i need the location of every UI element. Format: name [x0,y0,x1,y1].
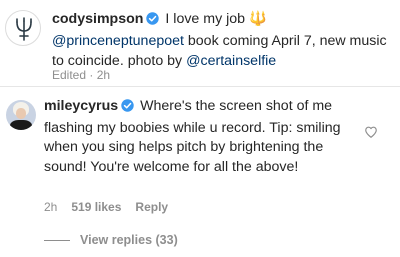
comment-timestamp: 2h [44,200,58,214]
mention-link[interactable]: @princeneptunepoet [52,33,184,49]
avatar[interactable] [6,100,36,130]
post-timestamp: 2h [96,68,111,82]
post-caption: codysimpson I love my job 🔱 @princeneptu… [52,9,392,71]
caption-text-start: I love my job [165,11,246,27]
post-username[interactable]: codysimpson [52,11,143,27]
replies-line-icon [44,239,70,241]
mention-link[interactable]: @certainselfie [186,53,276,69]
trident-emoji-icon: 🔱 [249,11,267,27]
comment-meta: 2h 519 likes Reply [44,200,168,214]
like-heart-icon[interactable] [364,125,378,139]
view-replies-label[interactable]: View replies (33) [80,233,178,247]
verified-badge-icon [146,11,160,31]
edited-label: Edited [52,68,87,82]
view-replies-button[interactable]: View replies (33) [44,233,178,247]
comment-body: mileycyrus Where's the screen shot of me… [44,97,364,177]
post-caption-block: codysimpson I love my job 🔱 @princeneptu… [0,0,400,86]
comment: mileycyrus Where's the screen shot of me… [0,87,400,257]
post-meta: Edited · 2h [52,68,111,82]
comment-username[interactable]: mileycyrus [44,98,118,114]
trident-icon [16,17,32,41]
likes-count[interactable]: 519 likes [71,200,121,214]
avatar[interactable] [5,10,41,46]
reply-button[interactable]: Reply [135,200,168,214]
verified-badge-icon [121,99,134,119]
